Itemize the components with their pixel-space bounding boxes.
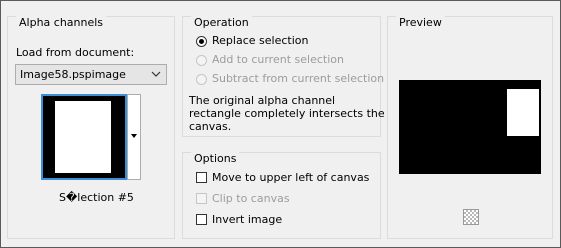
operation-message-line-1: The original alpha channel (189, 94, 336, 107)
preview-title: Preview (396, 16, 445, 29)
invert-image-checkbox[interactable] (196, 214, 207, 225)
preview-selection-shape (507, 89, 539, 136)
move-upper-left-label[interactable]: Move to upper left of canvas (212, 171, 369, 184)
alpha-channels-title: Alpha channels (16, 16, 107, 29)
replace-selection-radio[interactable] (196, 36, 207, 47)
thumbnail-dropdown-button[interactable] (127, 94, 141, 180)
add-selection-label[interactable]: Add to current selection (212, 53, 344, 66)
move-upper-left-checkbox[interactable] (196, 172, 207, 183)
load-from-document-label: Load from document: (16, 46, 134, 59)
triangle-down-icon (131, 134, 137, 138)
document-select[interactable]: Image58.pspimage (15, 64, 167, 85)
operation-message-line-3: canvas. (189, 120, 232, 133)
replace-selection-label[interactable]: Replace selection (212, 34, 308, 47)
operation-title: Operation (191, 16, 252, 29)
chevron-down-icon (151, 71, 161, 77)
load-from-document-text: Load from document: (16, 46, 135, 59)
invert-image-label[interactable]: Invert image (212, 213, 282, 226)
alpha-channel-thumbnail[interactable] (41, 94, 127, 180)
add-selection-radio[interactable] (196, 55, 207, 66)
selection-name-label: S�lection #5 (59, 191, 134, 204)
clip-to-canvas-checkbox[interactable] (196, 193, 207, 204)
document-select-value: Image58.pspimage (20, 68, 126, 81)
preview-image (399, 80, 541, 174)
clip-to-canvas-label[interactable]: Clip to canvas (212, 192, 290, 205)
options-title: Options (191, 152, 240, 165)
operation-message-line-2: rectangle completely intersects the (189, 107, 385, 120)
subtract-selection-radio[interactable] (196, 74, 207, 85)
subtract-selection-label[interactable]: Subtract from current selection (212, 72, 384, 85)
thumbnail-selection-shape (55, 101, 111, 173)
transparency-checker-icon[interactable] (463, 209, 479, 225)
